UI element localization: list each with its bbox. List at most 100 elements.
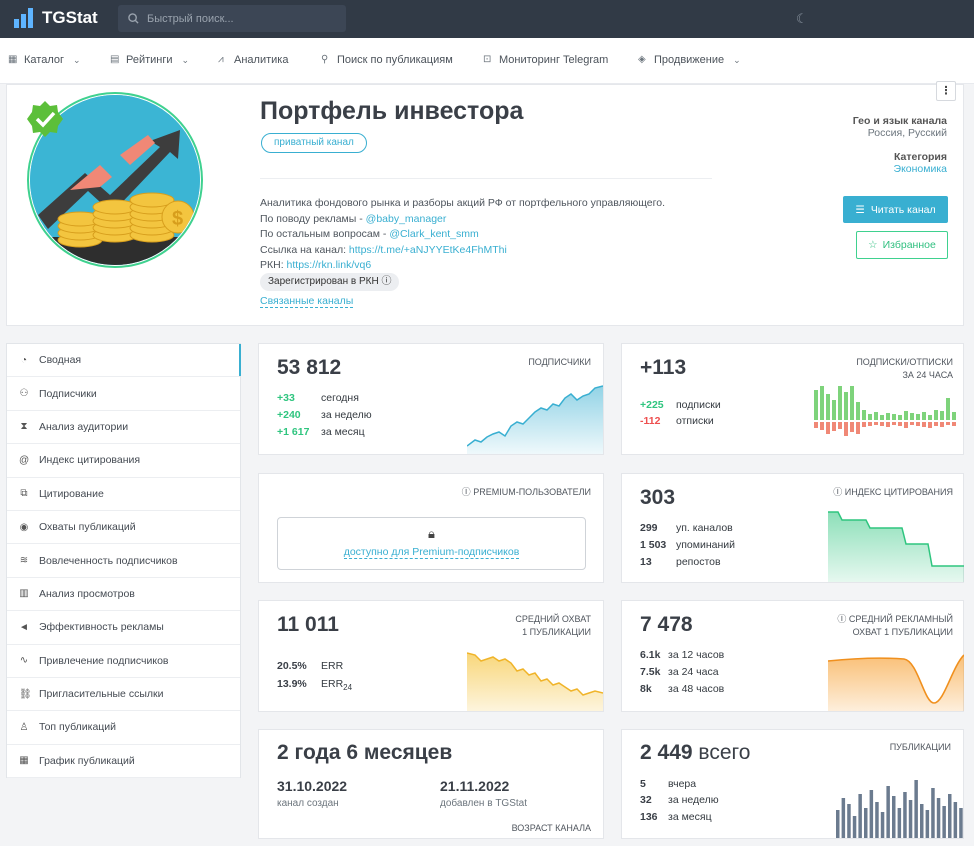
search-icon: ⚲ <box>321 54 329 65</box>
rkn-link[interactable]: https://rkn.link/vq6 <box>287 259 372 271</box>
channel-age-value: 2 года 6 месяцев <box>277 741 453 764</box>
channel-invite-link[interactable]: https://t.me/+aNJYYEtKe4FhMThi <box>349 244 507 256</box>
sidebar-item-label: Сводная <box>39 354 82 367</box>
subs-bar <box>850 386 854 420</box>
unsubs-bar <box>892 422 896 425</box>
sidebar-item-11[interactable]: ⛓ Пригласительные ссылки <box>7 678 240 712</box>
publication-bar <box>914 780 918 838</box>
eye-icon: ◉ <box>19 521 29 533</box>
publication-bar <box>886 786 890 838</box>
audience-icon: ⧗ <box>20 421 28 433</box>
at-icon: @ <box>19 454 30 466</box>
publication-bar <box>897 808 902 838</box>
moon-icon[interactable]: ☾ <box>796 11 808 27</box>
channel-profile-card: $ Портфель инвестора приватный канал Ана… <box>6 81 964 326</box>
sidebar-item-2[interactable]: ⚇ Подписчики <box>7 377 240 411</box>
publication-bar <box>869 790 874 838</box>
nav-monitoring[interactable]: ⊡ Мониторинг Telegram <box>483 54 608 66</box>
sidebar-item-13[interactable]: ▦ График публикаций <box>7 745 240 779</box>
publication-bar <box>880 812 885 838</box>
citation-index-value: 303 <box>640 486 676 509</box>
premium-link[interactable]: доступно для Premium-подписчиков <box>343 546 520 559</box>
subs-bar <box>862 410 866 420</box>
nav-catalog[interactable]: ▦ Каталог ⌄ <box>8 54 81 66</box>
geo-lang: Гео и язык канала Россия, Русский <box>852 115 947 139</box>
sidebar-item-7[interactable]: ≋ Вовлеченность подписчиков <box>7 544 240 578</box>
nav-post-search[interactable]: ⚲ Поиск по публикациям <box>321 54 453 66</box>
publication-bar <box>847 804 851 838</box>
card-publications[interactable]: 2 449 всего публикации 5 вчера 32 за недел… <box>621 729 964 839</box>
unsubs-bar <box>886 422 890 427</box>
sidebar-item-5[interactable]: ⧉ Цитирование <box>7 478 240 511</box>
publications-value: 2 449 всего <box>640 741 751 764</box>
info-icon: ⓘ <box>833 487 843 497</box>
sidebar-item-12[interactable]: ♙ Топ публикаций <box>7 711 240 745</box>
divider <box>260 178 712 179</box>
publication-bar <box>892 796 896 838</box>
citation-label: ⓘ индекс цитирования <box>833 487 953 497</box>
publication-bar <box>875 802 879 838</box>
linked-channels-link[interactable]: Связанные каналы <box>260 295 354 308</box>
sidebar-item-1[interactable]: ◔ Сводная <box>7 344 241 378</box>
subs-bar <box>844 392 848 420</box>
card-ad-reach[interactable]: 7 478 ⓘ средний рекламный охват 1 публика… <box>621 600 964 712</box>
engagement-icon: ≋ <box>19 555 29 567</box>
sidebar-item-label: Цитирование <box>39 487 104 500</box>
publications-bars <box>836 780 963 838</box>
card-citation-index[interactable]: 303 ⓘ индекс цитирования 299 уп. каналов … <box>621 473 964 583</box>
unsubs-bar <box>856 422 860 434</box>
nav-ratings[interactable]: ▤ Рейтинги ⌄ <box>110 54 189 66</box>
sidebar-item-6[interactable]: ◉ Охваты публикаций <box>7 511 240 545</box>
subs-bar <box>826 394 830 420</box>
unsubs-bar <box>904 422 908 428</box>
unsubs-bar <box>952 422 956 426</box>
sidebar-item-label: График публикаций <box>39 754 135 767</box>
avg-reach-label: средний охват 1 публикации <box>515 614 591 637</box>
card-avg-reach[interactable]: 11 011 средний охват 1 публикации 20.5% ER… <box>258 600 604 712</box>
search-icon <box>128 13 139 24</box>
svg-text:$: $ <box>172 208 183 230</box>
subs-bar <box>814 390 818 420</box>
sidebar-item-3[interactable]: ⧗ Анализ аудитории <box>7 411 240 445</box>
sidebar-item-4[interactable]: @ Индекс цитирования <box>7 444 240 478</box>
ad-reach-sparkline <box>828 654 964 711</box>
rkn-registered-badge[interactable]: Зарегистрирован в РКН ⓘ <box>260 273 400 291</box>
subs-bar <box>838 386 842 420</box>
publications-label: публикации <box>889 742 951 752</box>
favorite-button[interactable]: ☆ Избранное <box>856 231 948 259</box>
read-channel-button[interactable]: ☰ Читать канал <box>843 196 948 223</box>
ads-contact-link[interactable]: @baby_manager <box>366 213 447 225</box>
channel-age-label: возраст канала <box>511 823 591 833</box>
publication-bar <box>948 794 952 838</box>
premium-lock-box[interactable]: 🔒︎ доступно для Premium-подписчиков <box>277 517 586 570</box>
search-input[interactable]: Быстрый поиск... <box>118 5 346 32</box>
card-subscribers[interactable]: 53 812 подписчики +33 сегодня +240 за неде… <box>258 343 604 455</box>
unsubs-bar <box>934 422 938 426</box>
unsubs-bar <box>916 422 920 426</box>
nav-analytics[interactable]: ⩘ Аналитика <box>218 54 288 66</box>
avg-reach-value: 11 011 <box>277 613 339 636</box>
subs-bar <box>904 411 908 420</box>
other-contact-link[interactable]: @Clark_kent_smm <box>389 228 478 240</box>
logo[interactable]: TGStat <box>14 8 98 28</box>
subs-bar <box>892 414 896 420</box>
sidebar-item-9[interactable]: ◄ Эффективность рекламы <box>7 611 240 645</box>
nav-promotion[interactable]: ◈ Продвижение ⌄ <box>638 54 741 66</box>
card-premium-users[interactable]: ⓘ premium-пользователи 🔒︎ доступно для P… <box>258 473 604 583</box>
card-subs-24h[interactable]: +113 подписки/отписки за 24 часа +225 подп… <box>621 343 964 455</box>
bars-icon: ▥ <box>19 588 29 600</box>
grid-icon: ▦ <box>8 54 18 65</box>
subs-24h-value: +113 <box>640 356 687 379</box>
more-menu-icon[interactable]: ⋮ <box>936 81 956 101</box>
subs-bar <box>898 415 902 420</box>
sidebar-item-label: Подписчики <box>39 387 97 400</box>
chevron-down-icon: ⌄ <box>733 54 741 65</box>
ad-reach-label: ⓘ средний рекламный охват 1 публикации <box>837 614 953 637</box>
category-link[interactable]: Экономика <box>894 163 947 175</box>
publication-bar <box>925 810 930 838</box>
card-channel-age[interactable]: 2 года 6 месяцев 31.10.2022 канал создан… <box>258 729 604 839</box>
sidebar-item-10[interactable]: ∿ Привлечение подписчиков <box>7 645 240 678</box>
sidebar-item-8[interactable]: ▥ Анализ просмотров <box>7 578 240 612</box>
logo-text: TGStat <box>42 8 98 27</box>
subs-bar <box>952 412 956 420</box>
